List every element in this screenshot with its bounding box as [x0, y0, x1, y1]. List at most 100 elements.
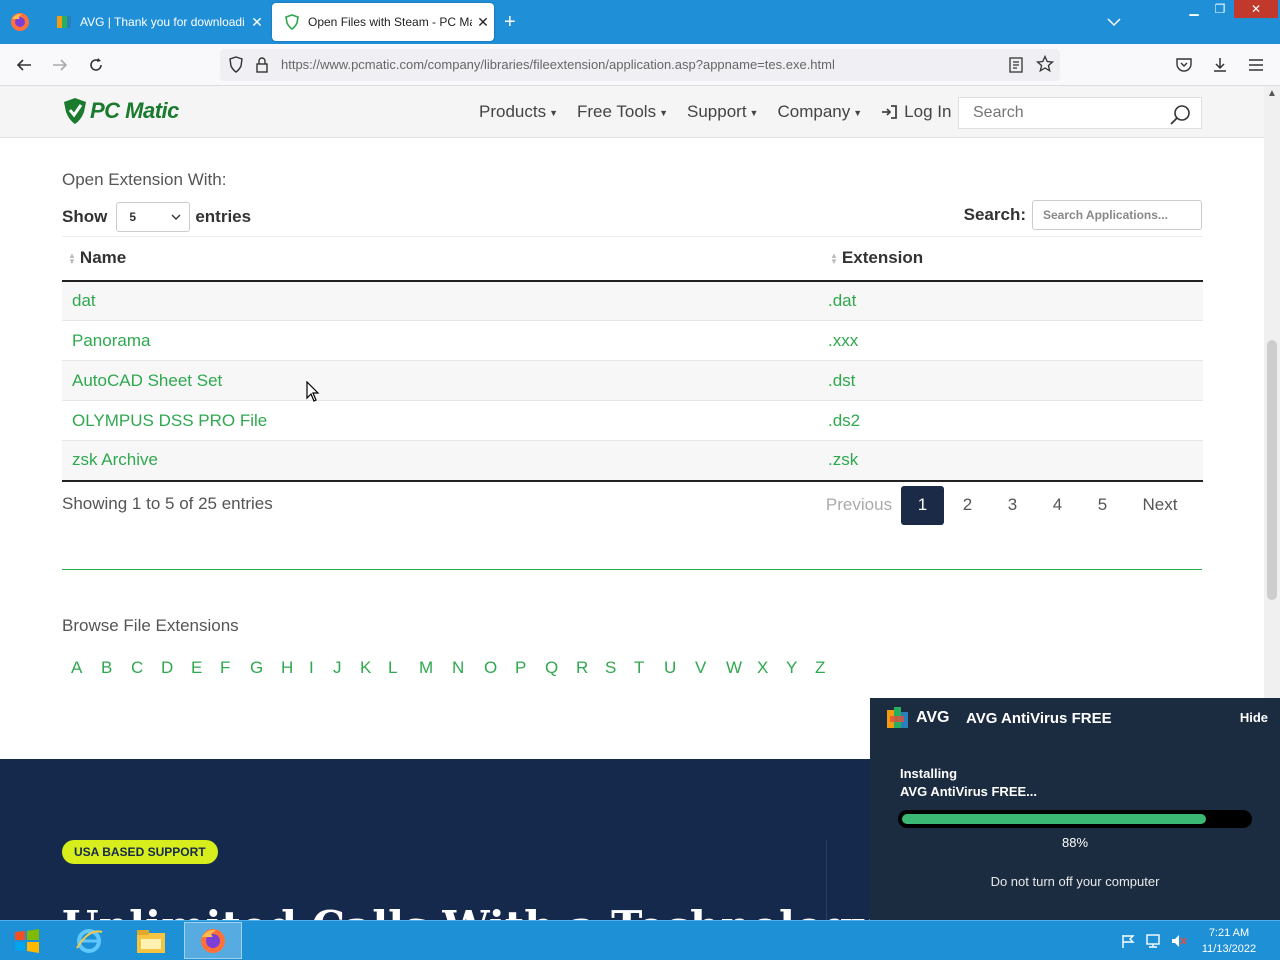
nav-support[interactable]: Support ▼ — [687, 102, 758, 122]
pc-matic-logo[interactable]: PC Matic — [62, 97, 179, 125]
pagination-page-2[interactable]: 2 — [945, 486, 990, 525]
letter-link-y[interactable]: Y — [786, 658, 815, 678]
letter-link-q[interactable]: Q — [545, 658, 576, 678]
letter-link-t[interactable]: T — [634, 658, 664, 678]
site-search-input[interactable] — [959, 98, 1149, 128]
letter-link-h[interactable]: H — [281, 658, 309, 678]
network-icon[interactable] — [1144, 933, 1162, 954]
extension-link[interactable]: .ds2 — [824, 400, 1203, 441]
extension-link[interactable]: .dat — [824, 280, 1203, 321]
close-icon[interactable]: ✕ — [246, 14, 268, 31]
site-header: PC Matic Products ▼ Free Tools ▼ Support ▼ … — [0, 86, 1264, 138]
file-explorer-icon[interactable] — [122, 922, 180, 959]
search-icon[interactable] — [1169, 104, 1191, 131]
letter-link-u[interactable]: U — [664, 658, 695, 678]
nav-company[interactable]: Company ▼ — [777, 102, 862, 122]
browser-nav-bar: https://www.pcmatic.com/company/librarie… — [0, 44, 1280, 86]
hamburger-menu-icon[interactable] — [1244, 53, 1268, 77]
firefox-menu-icon[interactable] — [8, 10, 32, 34]
app-name-link[interactable]: AutoCAD Sheet Set — [62, 360, 824, 401]
scrollbar-thumb[interactable] — [1267, 340, 1277, 600]
action-center-flag-icon[interactable] — [1120, 933, 1136, 954]
nav-products[interactable]: Products ▼ — [479, 102, 558, 122]
extension-link[interactable]: .dst — [824, 360, 1203, 401]
chevron-down-icon[interactable] — [1104, 12, 1124, 32]
table-row: AutoCAD Sheet Set .dst — [62, 360, 1203, 401]
reload-icon[interactable] — [84, 53, 108, 77]
pocket-icon[interactable] — [1172, 53, 1196, 77]
page-length-control: Show 5 entries — [62, 202, 251, 232]
address-bar[interactable]: https://www.pcmatic.com/company/librarie… — [220, 49, 1060, 81]
letter-link-a[interactable]: A — [71, 658, 101, 678]
letter-link-l[interactable]: L — [388, 658, 419, 678]
lock-icon[interactable] — [254, 56, 270, 79]
extension-link[interactable]: .zsk — [824, 440, 1203, 482]
app-name-link[interactable]: zsk Archive — [62, 440, 824, 482]
internet-explorer-icon[interactable] — [60, 922, 118, 959]
pagination-page-4[interactable]: 4 — [1035, 486, 1080, 525]
letter-link-k[interactable]: K — [360, 658, 388, 678]
letter-link-j[interactable]: J — [333, 658, 360, 678]
forward-arrow-icon[interactable] — [48, 53, 72, 77]
letter-link-g[interactable]: G — [250, 658, 281, 678]
minimize-icon[interactable]: ▁ — [1182, 0, 1206, 18]
letter-link-v[interactable]: V — [695, 658, 726, 678]
entries-select[interactable]: 5 — [116, 202, 191, 232]
column-label: Name — [79, 248, 127, 268]
back-arrow-icon[interactable] — [12, 53, 36, 77]
nav-label: Support — [687, 102, 747, 121]
pagination-previous[interactable]: Previous — [818, 486, 900, 525]
letter-link-o[interactable]: O — [484, 658, 515, 678]
speaker-muted-icon[interactable] — [1170, 933, 1188, 954]
column-header-extension[interactable]: ▲ ▼ Extension — [824, 236, 1203, 282]
letter-link-z[interactable]: Z — [815, 658, 837, 678]
pagination-page-5[interactable]: 5 — [1080, 486, 1125, 525]
letter-link-i[interactable]: I — [309, 658, 333, 678]
start-button[interactable] — [0, 921, 54, 960]
shield-icon[interactable] — [228, 56, 244, 79]
letter-link-n[interactable]: N — [452, 658, 484, 678]
entries-select-value: 5 — [129, 210, 137, 224]
firefox-taskbar-icon[interactable] — [184, 922, 242, 959]
tab-open-files-steam[interactable]: Open Files with Steam - PC Ma ✕ — [272, 3, 494, 41]
reader-view-icon[interactable] — [1008, 56, 1024, 79]
pagination-page-3[interactable]: 3 — [990, 486, 1035, 525]
app-name-link[interactable]: Panorama — [62, 320, 824, 361]
close-icon[interactable]: ✕ — [472, 14, 494, 31]
letter-link-p[interactable]: P — [515, 658, 545, 678]
letter-link-r[interactable]: R — [576, 658, 605, 678]
restore-icon[interactable]: ❐ — [1208, 0, 1232, 18]
letter-link-w[interactable]: W — [726, 658, 757, 678]
letter-link-x[interactable]: X — [757, 658, 786, 678]
avg-favicon-icon — [56, 14, 72, 30]
app-name-link[interactable]: OLYMPUS DSS PRO File — [62, 400, 824, 441]
site-nav: Products ▼ Free Tools ▼ Support ▼ Company ▼ … — [479, 102, 970, 122]
letter-link-b[interactable]: B — [101, 658, 131, 678]
login-link[interactable]: Log In — [881, 102, 951, 122]
scroll-up-arrow-icon[interactable]: ▲ — [1267, 88, 1277, 99]
column-header-name[interactable]: ▲ ▼ Name — [62, 236, 824, 282]
pagination-next[interactable]: Next — [1125, 486, 1195, 525]
table-search-input[interactable] — [1032, 200, 1202, 230]
clock-date: 11/13/2022 — [1201, 943, 1257, 955]
download-icon[interactable] — [1208, 53, 1232, 77]
bookmark-star-icon[interactable] — [1035, 54, 1055, 78]
nav-label: Products — [479, 102, 547, 121]
letter-link-f[interactable]: F — [220, 658, 250, 678]
letter-link-e[interactable]: E — [191, 658, 220, 678]
letter-link-s[interactable]: S — [605, 658, 634, 678]
app-name-link[interactable]: dat — [62, 280, 824, 321]
table-row: zsk Archive .zsk — [62, 440, 1203, 482]
pagination-page-1[interactable]: 1 — [901, 485, 944, 525]
avg-hide-button[interactable]: Hide — [1240, 710, 1268, 725]
extension-link[interactable]: .xxx — [824, 320, 1203, 361]
letter-link-m[interactable]: M — [419, 658, 452, 678]
tab-avg-thank-you[interactable]: AVG | Thank you for downloadi ✕ — [44, 3, 268, 41]
letter-link-c[interactable]: C — [131, 658, 161, 678]
letter-link-d[interactable]: D — [161, 658, 191, 678]
avg-progress-bar — [898, 810, 1252, 828]
new-tab-plus-icon[interactable]: + — [504, 10, 516, 34]
nav-free-tools[interactable]: Free Tools ▼ — [577, 102, 668, 122]
close-window-icon[interactable]: ✕ — [1234, 0, 1278, 18]
taskbar-clock[interactable]: 7:21 AM 11/13/2022 — [1194, 925, 1264, 957]
